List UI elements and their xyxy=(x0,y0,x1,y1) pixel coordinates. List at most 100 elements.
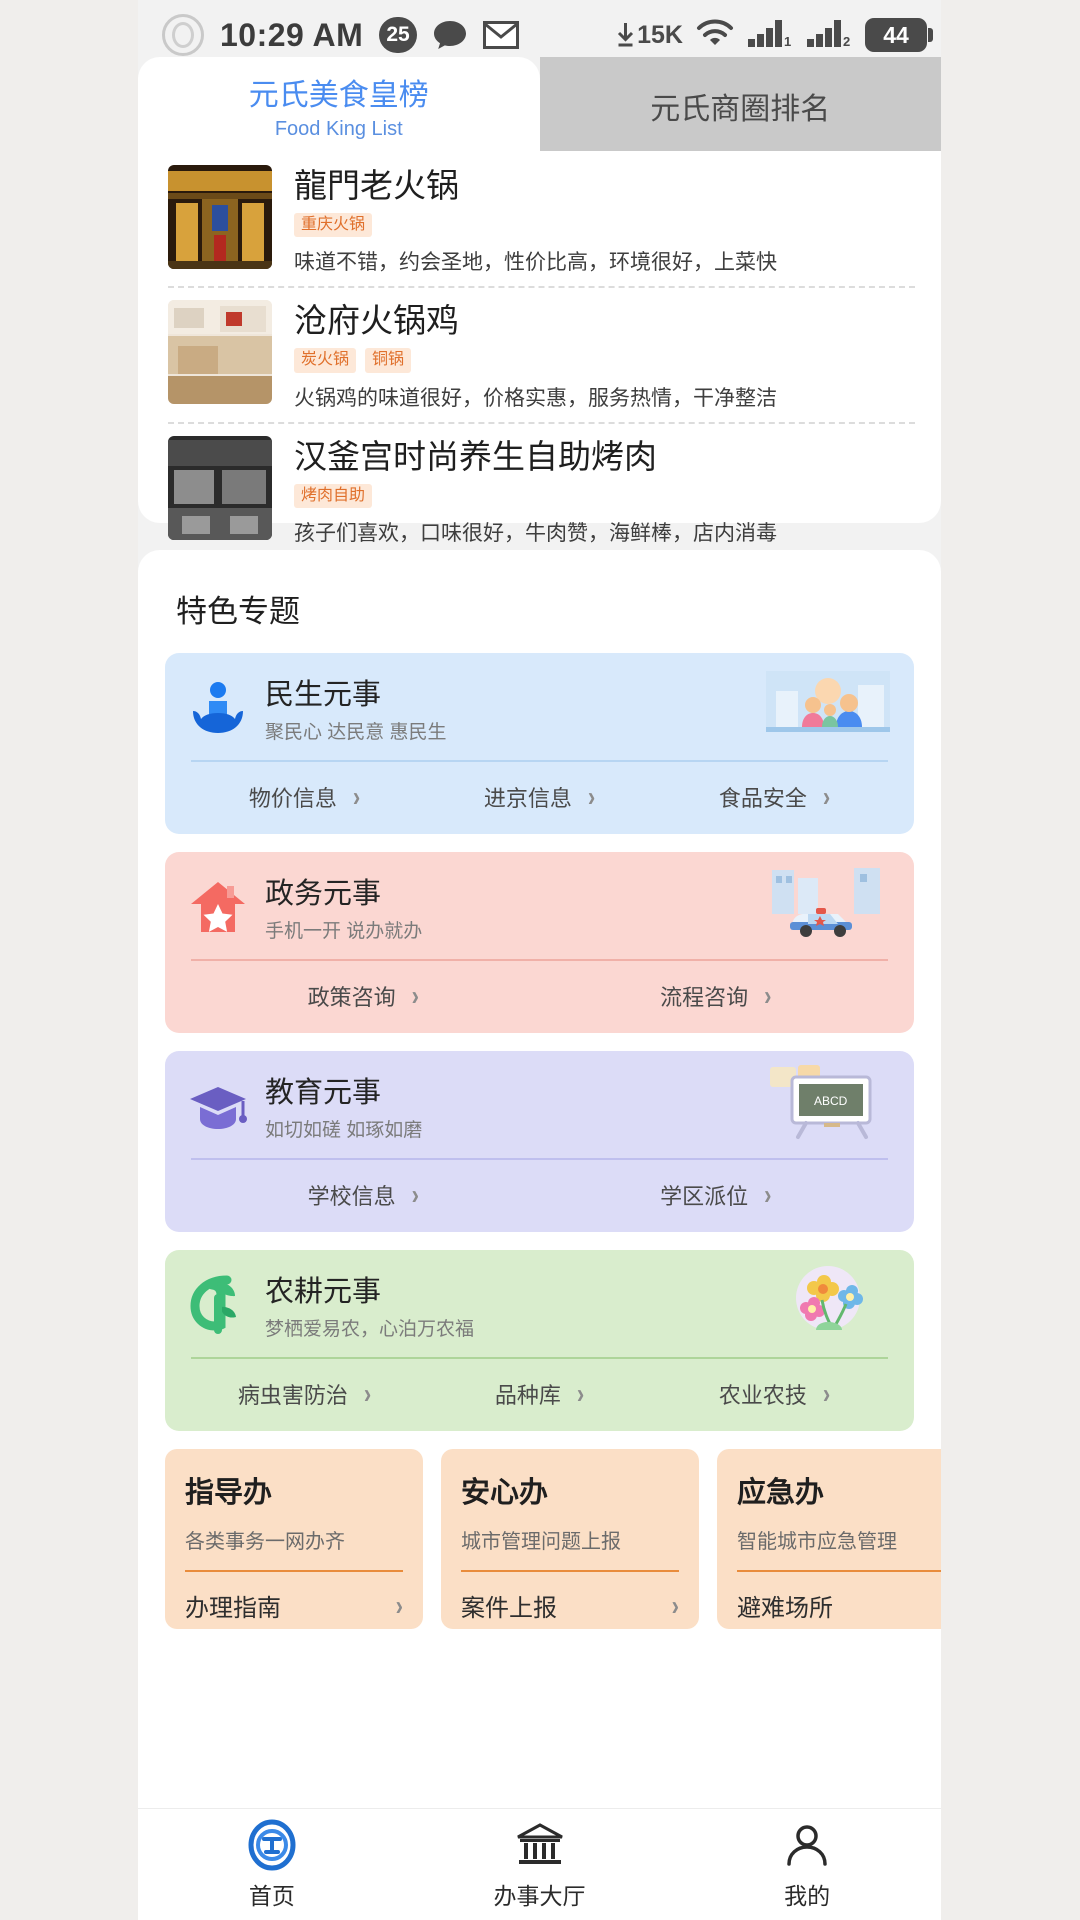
mini-card-link[interactable]: 避难场所 › xyxy=(737,1572,941,1623)
topic-header: 民生元事 聚民心 达民意 惠民生 xyxy=(187,671,892,744)
list-item[interactable]: 沧府火锅鸡 炭火锅 铜锅 火锅鸡的味道很好，价格实惠，服务热情，干净整洁 xyxy=(138,286,941,421)
nav-item-service-hall[interactable]: 办事大厅 xyxy=(406,1809,674,1920)
food-ranking-card: 龍門老火锅 重庆火锅 味道不错，约会圣地，性价比高，环境很好，上菜快 沧府火锅鸡… xyxy=(138,151,941,545)
mini-card-link-label: 办理指南 xyxy=(185,1595,281,1622)
yuan-logo-icon xyxy=(246,1819,298,1871)
topic-link[interactable]: 学校信息 › xyxy=(187,1170,540,1224)
topic-header: 教育元事 如切如磋 如琢如磨 xyxy=(187,1069,892,1142)
topic-link-label: 食品安全 xyxy=(718,786,807,811)
tab-food-king-list[interactable]: 元氏美食皇榜 Food King List xyxy=(138,57,540,154)
topic-link[interactable]: 品种库 › xyxy=(422,1369,657,1423)
house-star-icon xyxy=(187,876,249,938)
bottom-navigation-bar: 首页 办事大厅 我的 xyxy=(138,1808,941,1920)
topic-link[interactable]: 政策咨询 › xyxy=(187,971,540,1025)
topic-link-label: 进京信息 xyxy=(483,786,572,811)
topic-subtitle: 如切如磋 如琢如磨 xyxy=(265,1120,423,1141)
mini-card-title: 安心办 xyxy=(461,1477,549,1509)
restaurant-info: 龍門老火锅 重庆火锅 味道不错，约会圣地，性价比高，环境很好，上菜快 xyxy=(294,165,911,276)
chevron-right-icon: › xyxy=(411,1178,419,1210)
topic-name: 民生元事 xyxy=(265,679,382,711)
nav-item-home[interactable]: 首页 xyxy=(138,1809,406,1920)
topic-link-label: 病虫害防治 xyxy=(237,1383,348,1408)
topic-text: 政务元事 手机一开 说办就办 xyxy=(265,870,422,943)
restaurant-tags: 烤肉自助 xyxy=(294,483,911,508)
chevron-right-icon: › xyxy=(587,780,596,812)
topic-link-label: 品种库 xyxy=(494,1383,561,1408)
restaurant-description: 孩子们喜欢，口味很好，牛肉赞，海鲜棒，店内消毒 xyxy=(294,521,777,545)
topic-text: 农耕元事 梦栖爱易农，心泊万农福 xyxy=(265,1268,474,1341)
featured-topics-card: 特色专题 民生元事 聚民心 达民意 惠民生 物价信息 › 进京信息 › 食品安全… xyxy=(138,550,941,1810)
topic-text: 民生元事 聚民心 达民意 惠民生 xyxy=(265,671,447,744)
mini-card-subtitle: 各类事务一网办齐 xyxy=(185,1531,345,1553)
topic-link[interactable]: 农业农技 › xyxy=(657,1369,892,1423)
bank-building-icon xyxy=(514,1819,566,1871)
mini-card-anxinban[interactable]: 安心办 城市管理问题上报 案件上报 › xyxy=(441,1449,699,1629)
restaurant-tags: 炭火锅 铜锅 xyxy=(294,348,911,373)
topic-link[interactable]: 物价信息 › xyxy=(187,772,422,826)
topic-card-jiaoyu[interactable]: ABCD 教育元事 如切如磋 如琢如磨 学校信息 › 学区派位 › xyxy=(165,1051,914,1232)
topic-card-nonggeng[interactable]: 农耕元事 梦栖爱易农，心泊万农福 病虫害防治 › 品种库 › 农业农技 › xyxy=(165,1250,914,1431)
chevron-right-icon: › xyxy=(352,780,361,812)
nav-item-profile-label: 我的 xyxy=(784,1882,831,1909)
mini-card-link-label: 避难场所 xyxy=(737,1595,833,1622)
topic-link[interactable]: 食品安全 › xyxy=(657,772,892,826)
status-bar-clock: 10:29 AM xyxy=(220,16,364,53)
download-icon xyxy=(618,23,634,47)
chevron-right-icon: › xyxy=(363,1377,372,1409)
topic-link-label: 物价信息 xyxy=(248,786,337,811)
chevron-right-icon: › xyxy=(764,979,772,1011)
mini-card-title: 指导办 xyxy=(185,1477,273,1509)
topic-header: 农耕元事 梦栖爱易农，心泊万农福 xyxy=(187,1268,892,1341)
tab-food-king-list-title: 元氏美食皇榜 xyxy=(248,79,429,112)
restaurant-thumbnail xyxy=(168,435,272,540)
topic-link-label: 政策咨询 xyxy=(307,985,396,1010)
topic-links: 政策咨询 › 流程咨询 › xyxy=(187,959,892,1025)
list-item[interactable]: 龍門老火锅 重庆火锅 味道不错，约会圣地，性价比高，环境很好，上菜快 xyxy=(138,151,941,286)
signal-bars-sim2-icon: 2 xyxy=(806,18,852,53)
topic-links: 学校信息 › 学区派位 › xyxy=(187,1158,892,1224)
restaurant-name: 沧府火锅鸡 xyxy=(294,302,459,340)
topic-card-minsheng[interactable]: 民生元事 聚民心 达民意 惠民生 物价信息 › 进京信息 › 食品安全 › xyxy=(165,653,914,834)
topic-link[interactable]: 流程咨询 › xyxy=(540,971,893,1025)
mini-card-zhidaoban[interactable]: 指导办 各类事务一网办齐 办理指南 › xyxy=(165,1449,423,1629)
topic-link-label: 流程咨询 xyxy=(660,985,749,1010)
topic-name: 政务元事 xyxy=(265,878,382,910)
tab-business-district-ranking[interactable]: 元氏商圈排名 xyxy=(539,57,941,154)
chevron-right-icon: › xyxy=(822,780,831,812)
svg-text:2: 2 xyxy=(843,34,850,48)
mini-card-link[interactable]: 案件上报 › xyxy=(461,1572,679,1623)
tab-food-king-list-subtitle: Food King List xyxy=(274,118,403,140)
topic-link[interactable]: 进京信息 › xyxy=(422,772,657,826)
restaurant-description: 味道不错，约会圣地，性价比高，环境很好，上菜快 xyxy=(294,251,777,275)
topic-card-zhengwu[interactable]: 政务元事 手机一开 说办就办 政策咨询 › 流程咨询 › xyxy=(165,852,914,1033)
restaurant-tag: 炭火锅 xyxy=(294,348,357,373)
topic-link[interactable]: 学区派位 › xyxy=(540,1170,893,1224)
topic-links: 物价信息 › 进京信息 › 食品安全 › xyxy=(187,760,892,826)
svg-text:1: 1 xyxy=(784,34,791,48)
restaurant-info: 汉釜宫时尚养生自助烤肉 烤肉自助 孩子们喜欢，口味很好，牛肉赞，海鲜棒，店内消毒 xyxy=(294,436,911,547)
topic-links: 病虫害防治 › 品种库 › 农业农技 › xyxy=(187,1357,892,1423)
mini-card-link[interactable]: 办理指南 › xyxy=(185,1572,403,1623)
chevron-right-icon: › xyxy=(764,1178,772,1210)
download-rate-label: 15K xyxy=(637,20,683,49)
mini-card-subtitle: 智能城市应急管理 xyxy=(737,1531,897,1553)
chevron-right-icon: › xyxy=(576,1377,585,1409)
chevron-right-icon: › xyxy=(671,1589,679,1621)
topic-link-label: 农业农技 xyxy=(718,1383,807,1408)
topic-name: 教育元事 xyxy=(265,1077,382,1109)
chat-bubble-icon xyxy=(433,20,467,50)
people-in-hands-icon xyxy=(187,677,249,739)
notification-count-badge: 25 xyxy=(379,17,417,53)
mini-card-yingjiban[interactable]: 应急办 智能城市应急管理 避难场所 › xyxy=(717,1449,941,1629)
chevron-right-icon: › xyxy=(395,1589,403,1621)
nav-item-service-hall-label: 办事大厅 xyxy=(493,1882,586,1909)
nav-item-profile[interactable]: 我的 xyxy=(673,1809,941,1920)
graduation-cap-icon xyxy=(187,1075,249,1137)
restaurant-name: 汉釜宫时尚养生自助烤肉 xyxy=(294,437,657,475)
app-viewport: 10:29 AM 25 15K 1 2 44 元氏美食皇榜 Food King … xyxy=(138,0,941,1920)
restaurant-tags: 重庆火锅 xyxy=(294,212,911,238)
list-item[interactable]: 汉釜宫时尚养生自助烤肉 烤肉自助 孩子们喜欢，口味很好，牛肉赞，海鲜棒，店内消毒 xyxy=(138,421,941,557)
topic-link[interactable]: 病虫害防治 › xyxy=(187,1369,422,1423)
signal-bars-sim1-icon: 1 xyxy=(747,18,793,53)
topic-header: 政务元事 手机一开 说办就办 xyxy=(187,870,892,943)
